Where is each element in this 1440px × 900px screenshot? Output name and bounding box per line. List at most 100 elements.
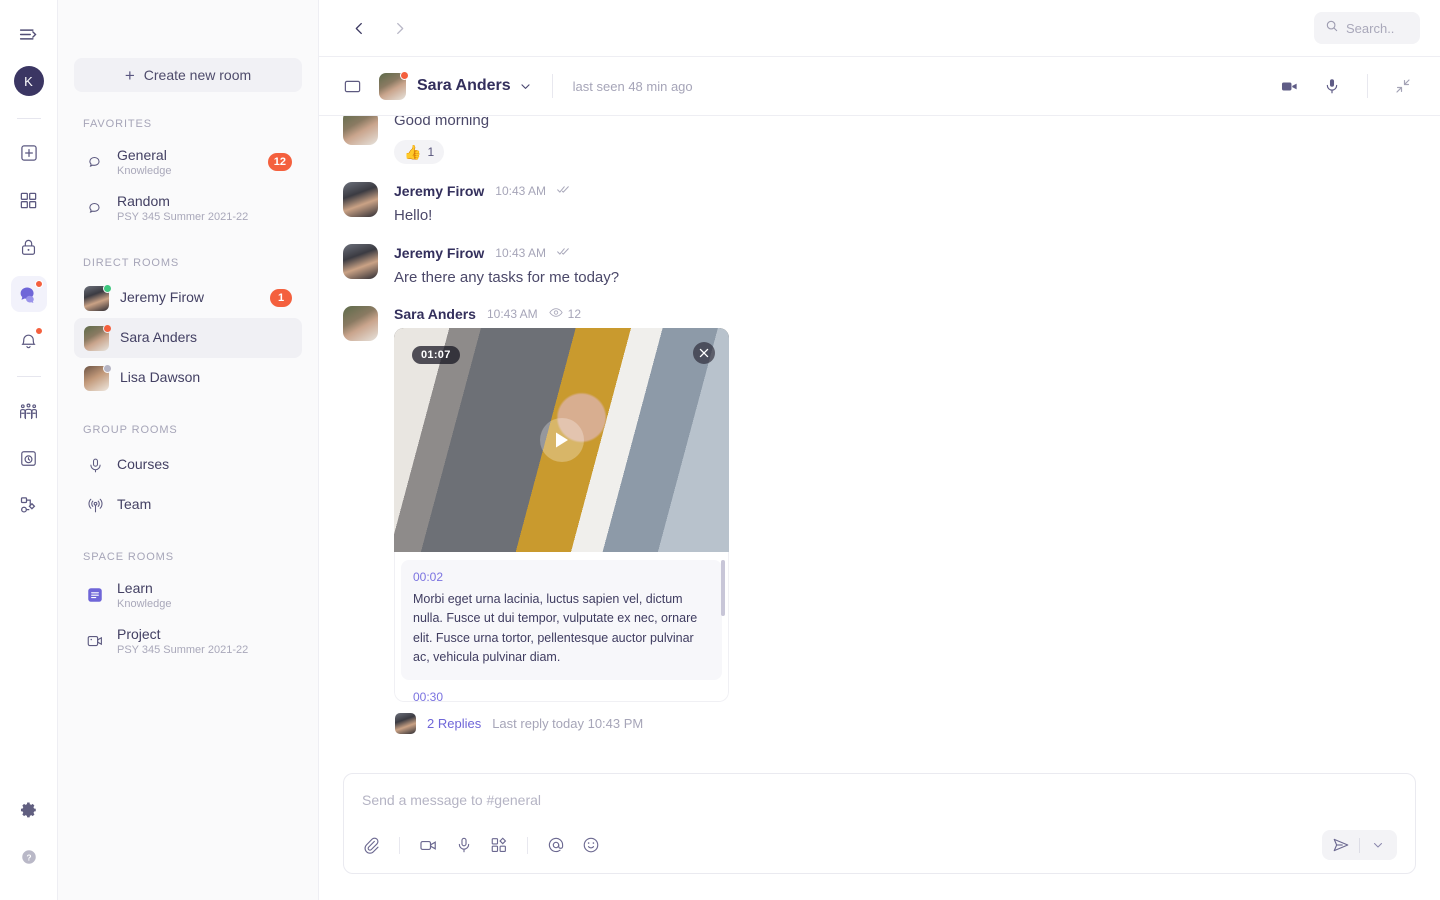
attachment-icon[interactable] xyxy=(362,836,380,854)
sidebar-item-sara-anders[interactable]: Sara Anders xyxy=(74,318,302,358)
room-name: Courses xyxy=(117,456,169,472)
sidebar-item-text: Random PSY 345 Summer 2021-22 xyxy=(117,193,292,224)
microphone-icon[interactable] xyxy=(455,836,473,854)
message-item-video: Sara Anders 10:43 AM 12 01:07 xyxy=(343,288,1416,702)
message-avatar xyxy=(343,306,378,341)
create-room-label: Create new room xyxy=(144,67,251,83)
apps-grid-icon[interactable] xyxy=(11,182,47,218)
message-meta: Jeremy Firow 10:43 AM xyxy=(394,182,1416,200)
room-subtitle: Knowledge xyxy=(117,598,292,611)
section-title-space-rooms: SPACE ROOMS xyxy=(83,551,302,563)
sidebar-item-text: General Knowledge xyxy=(117,147,257,178)
sidebar-item-random[interactable]: Random PSY 345 Summer 2021-22 xyxy=(74,185,302,231)
sidebar-item-jeremy-firow[interactable]: Jeremy Firow 1 xyxy=(74,278,302,318)
chat-header: Sara Anders last seen 48 min ago xyxy=(319,57,1440,116)
view-count-value: 12 xyxy=(568,307,581,321)
sidebar: + Create new room FAVORITES General Know… xyxy=(58,0,319,900)
chat-bubbles-icon[interactable] xyxy=(11,276,47,312)
transcript-item[interactable]: 00:02 Morbi eget urna lacinia, luctus sa… xyxy=(401,560,722,680)
people-icon[interactable] xyxy=(11,393,47,429)
replies-count-link[interactable]: 2 Replies xyxy=(427,716,481,731)
icon-rail: K xyxy=(0,0,58,900)
search-placeholder: Search.. xyxy=(1346,21,1394,36)
reaction-chip[interactable]: 👍 1 xyxy=(394,140,444,164)
room-name: General xyxy=(117,147,257,163)
video-transcript-panel[interactable]: 00:02 Morbi eget urna lacinia, luctus sa… xyxy=(394,552,729,702)
sidebar-item-general[interactable]: General Knowledge 12 xyxy=(74,139,302,185)
video-thumbnail[interactable]: 01:07 xyxy=(394,328,729,552)
sidebar-item-project[interactable]: Project PSY 345 Summer 2021-22 xyxy=(74,618,302,664)
create-new-room-button[interactable]: + Create new room xyxy=(74,58,302,92)
message-text: Hello! xyxy=(394,205,1416,226)
video-icon[interactable] xyxy=(419,836,438,855)
add-icon[interactable] xyxy=(11,135,47,171)
mention-icon[interactable] xyxy=(547,836,565,854)
message-input[interactable]: Send a message to #general xyxy=(362,792,1397,808)
chevron-down-icon[interactable] xyxy=(1365,832,1391,858)
sidebar-item-learn[interactable]: Learn Knowledge xyxy=(74,572,302,618)
search-icon xyxy=(1325,19,1339,38)
presence-busy-dot xyxy=(103,324,112,333)
presence-online-dot xyxy=(103,284,112,293)
avatar-image xyxy=(343,244,378,279)
room-name: Jeremy Firow xyxy=(120,289,204,305)
message-list[interactable]: Good morning 👍 1 Jeremy Firow 10:43 AM xyxy=(319,116,1440,759)
notification-dot xyxy=(35,327,43,335)
last-seen-status: last seen 48 min ago xyxy=(573,79,693,94)
microphone-icon[interactable] xyxy=(1323,77,1341,95)
page-title[interactable]: Sara Anders xyxy=(417,77,511,95)
transcript-scrollbar[interactable] xyxy=(721,560,725,616)
thread-replies[interactable]: 2 Replies Last reply today 10:43 PM xyxy=(343,713,1416,734)
avatar xyxy=(84,366,109,391)
reply-avatar xyxy=(395,713,416,734)
help-icon[interactable]: ? xyxy=(11,839,47,875)
icon-rail-top: K xyxy=(11,0,47,534)
message-composer[interactable]: Send a message to #general xyxy=(343,773,1416,874)
transcript-item[interactable]: 00:30 Vestibulum efficitur pretium urna … xyxy=(401,680,722,703)
play-icon[interactable] xyxy=(540,418,584,462)
message-timestamp: 10:43 AM xyxy=(495,184,546,198)
section-title-group-rooms: GROUP ROOMS xyxy=(83,424,302,436)
chevron-down-icon[interactable] xyxy=(519,80,532,93)
video-call-icon[interactable] xyxy=(1280,77,1299,96)
chevron-right-icon[interactable] xyxy=(387,16,411,40)
header-divider-2 xyxy=(1367,74,1368,98)
room-subtitle: PSY 345 Summer 2021-22 xyxy=(117,211,292,224)
collapse-icon[interactable] xyxy=(1394,77,1412,95)
apps-icon[interactable] xyxy=(490,836,508,854)
sidebar-item-text: Sara Anders xyxy=(120,329,292,347)
sidebar-item-team[interactable]: Team xyxy=(74,485,302,525)
section-title-direct-rooms: DIRECT ROOMS xyxy=(83,257,302,269)
nav-arrows xyxy=(347,16,411,40)
send-divider xyxy=(1359,838,1360,853)
send-icon[interactable] xyxy=(1328,832,1354,858)
user-avatar[interactable]: K xyxy=(14,66,44,96)
side-panel-icon[interactable] xyxy=(343,75,365,97)
close-icon[interactable] xyxy=(693,342,715,364)
sidebar-item-courses[interactable]: Courses xyxy=(74,445,302,485)
emoji-icon[interactable] xyxy=(582,836,600,854)
room-name: Sara Anders xyxy=(120,329,197,345)
transcript-timestamp: 00:02 xyxy=(413,570,710,584)
avatar-image xyxy=(343,182,378,217)
message-item: Jeremy Firow 10:43 AM Hello! xyxy=(343,164,1416,226)
presence-busy-dot xyxy=(400,71,409,80)
lock-icon[interactable] xyxy=(11,229,47,265)
sidebar-item-lisa-dawson[interactable]: Lisa Dawson xyxy=(74,358,302,398)
sidebar-item-text: Learn Knowledge xyxy=(117,580,292,611)
menu-collapse-icon[interactable] xyxy=(11,16,47,52)
chat-header-actions xyxy=(1280,74,1416,98)
chat-bubble-icon xyxy=(84,200,106,217)
unread-badge: 1 xyxy=(270,289,292,307)
workflow-icon[interactable] xyxy=(11,487,47,523)
search-input[interactable]: Search.. xyxy=(1314,12,1420,44)
sidebar-item-text: Lisa Dawson xyxy=(120,369,292,387)
bell-icon[interactable] xyxy=(11,323,47,359)
gear-icon[interactable] xyxy=(11,792,47,828)
history-icon[interactable] xyxy=(11,440,47,476)
chevron-left-icon[interactable] xyxy=(347,16,371,40)
message-item: Jeremy Firow 10:43 AM Are there any task… xyxy=(343,226,1416,288)
svg-text:?: ? xyxy=(26,853,31,862)
chat-header-avatar xyxy=(379,73,406,100)
message-meta: Jeremy Firow 10:43 AM xyxy=(394,244,1416,262)
